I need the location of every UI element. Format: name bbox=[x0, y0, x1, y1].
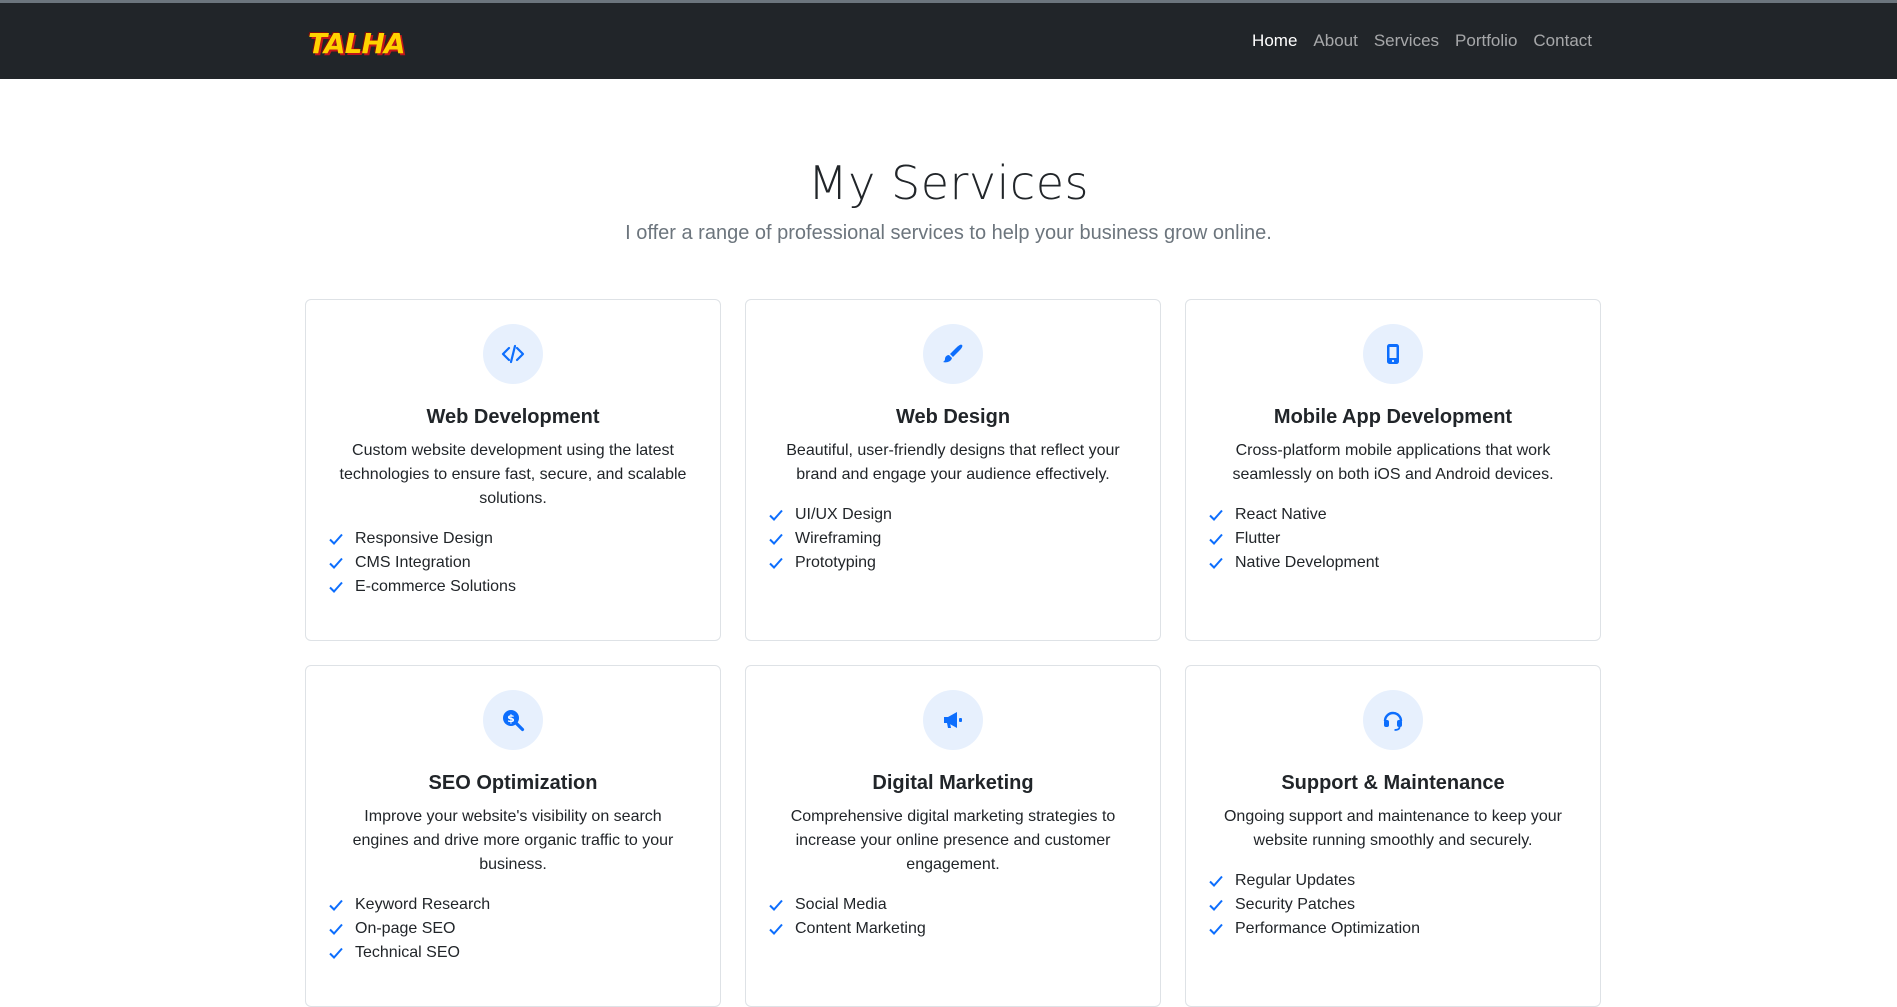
feature-item: React Native bbox=[1208, 503, 1578, 527]
feature-item: Responsive Design bbox=[328, 527, 698, 551]
feature-item: Regular Updates bbox=[1208, 869, 1578, 893]
check-icon bbox=[769, 923, 783, 935]
navbar: TALHA Home About Services Portfolio Cont… bbox=[0, 3, 1897, 79]
code-icon bbox=[483, 324, 543, 384]
feature-list: Social Media Content Marketing bbox=[768, 893, 1138, 941]
service-title: Support & Maintenance bbox=[1281, 772, 1505, 794]
feature-list: Keyword Research On-page SEO Technical S… bbox=[328, 893, 698, 965]
service-description: Ongoing support and maintenance to keep … bbox=[1223, 808, 1562, 849]
service-card-web-development: Web Development Custom website developme… bbox=[305, 299, 721, 641]
feature-list: UI/UX Design Wireframing Prototyping bbox=[768, 503, 1138, 575]
service-description: Beautiful, user-friendly designs that re… bbox=[786, 442, 1120, 483]
feature-list: Responsive Design CMS Integration E-comm… bbox=[328, 527, 698, 599]
feature-list: Regular Updates Security Patches Perform… bbox=[1208, 869, 1578, 941]
feature-item: Keyword Research bbox=[328, 893, 698, 917]
services-grid: Web Development Custom website developme… bbox=[305, 299, 1601, 1007]
service-title: Web Development bbox=[426, 406, 600, 428]
check-icon bbox=[1209, 509, 1223, 521]
search-dollar-icon: $ bbox=[483, 690, 543, 750]
service-card-mobile-app: Mobile App Development Cross-platform mo… bbox=[1185, 299, 1601, 641]
check-icon bbox=[1209, 899, 1223, 911]
paintbrush-icon bbox=[923, 324, 983, 384]
feature-item: Prototyping bbox=[768, 551, 1138, 575]
headset-icon bbox=[1363, 690, 1423, 750]
svg-text:$: $ bbox=[507, 712, 515, 725]
nav-link-home[interactable]: Home bbox=[1252, 31, 1297, 51]
service-title: Mobile App Development bbox=[1273, 406, 1513, 428]
service-card-web-design: Web Design Beautiful, user-friendly desi… bbox=[745, 299, 1161, 641]
service-description: Cross-platform mobile applications that … bbox=[1232, 442, 1554, 483]
nav-link-contact[interactable]: Contact bbox=[1533, 31, 1592, 51]
services-header: My Services I offer a range of professio… bbox=[0, 156, 1897, 245]
check-icon bbox=[769, 509, 783, 521]
check-icon bbox=[1209, 875, 1223, 887]
check-icon bbox=[329, 947, 343, 959]
megaphone-icon bbox=[923, 690, 983, 750]
feature-list: React Native Flutter Native Development bbox=[1208, 503, 1578, 575]
feature-item: Wireframing bbox=[768, 527, 1138, 551]
service-description: Custom website development using the lat… bbox=[339, 442, 687, 507]
service-card-support: Support & Maintenance Ongoing support an… bbox=[1185, 665, 1601, 1007]
page-title: My Services bbox=[807, 156, 1089, 210]
nav-links: Home About Services Portfolio Contact bbox=[1252, 31, 1592, 51]
site-logo[interactable]: TALHA bbox=[308, 27, 406, 61]
check-icon bbox=[1209, 557, 1223, 569]
check-icon bbox=[769, 557, 783, 569]
feature-item: Performance Optimization bbox=[1208, 917, 1578, 941]
feature-item: Security Patches bbox=[1208, 893, 1578, 917]
nav-link-services[interactable]: Services bbox=[1374, 31, 1439, 51]
check-icon bbox=[329, 899, 343, 911]
check-icon bbox=[1209, 533, 1223, 545]
service-card-digital-marketing: Digital Marketing Comprehensive digital … bbox=[745, 665, 1161, 1007]
feature-item: Native Development bbox=[1208, 551, 1578, 575]
check-icon bbox=[329, 557, 343, 569]
check-icon bbox=[769, 533, 783, 545]
service-title: SEO Optimization bbox=[428, 772, 598, 794]
check-icon bbox=[329, 923, 343, 935]
feature-item: E-commerce Solutions bbox=[328, 575, 698, 599]
check-icon bbox=[769, 899, 783, 911]
check-icon bbox=[1209, 923, 1223, 935]
service-card-seo: $ SEO Optimization Improve your website'… bbox=[305, 665, 721, 1007]
check-icon bbox=[329, 533, 343, 545]
feature-item: On-page SEO bbox=[328, 917, 698, 941]
service-title: Digital Marketing bbox=[872, 772, 1034, 794]
check-icon bbox=[329, 581, 343, 593]
feature-item: Technical SEO bbox=[328, 941, 698, 965]
service-description: Improve your website's visibility on sea… bbox=[352, 808, 674, 873]
nav-link-portfolio[interactable]: Portfolio bbox=[1455, 31, 1517, 51]
service-title: Web Design bbox=[895, 406, 1011, 428]
nav-link-about[interactable]: About bbox=[1313, 31, 1357, 51]
mobile-phone-icon bbox=[1363, 324, 1423, 384]
feature-item: Content Marketing bbox=[768, 917, 1138, 941]
feature-item: Social Media bbox=[768, 893, 1138, 917]
feature-item: UI/UX Design bbox=[768, 503, 1138, 527]
feature-item: CMS Integration bbox=[328, 551, 698, 575]
service-description: Comprehensive digital marketing strategi… bbox=[790, 808, 1116, 873]
feature-item: Flutter bbox=[1208, 527, 1578, 551]
page-subtitle: I offer a range of professional services… bbox=[625, 222, 1272, 244]
